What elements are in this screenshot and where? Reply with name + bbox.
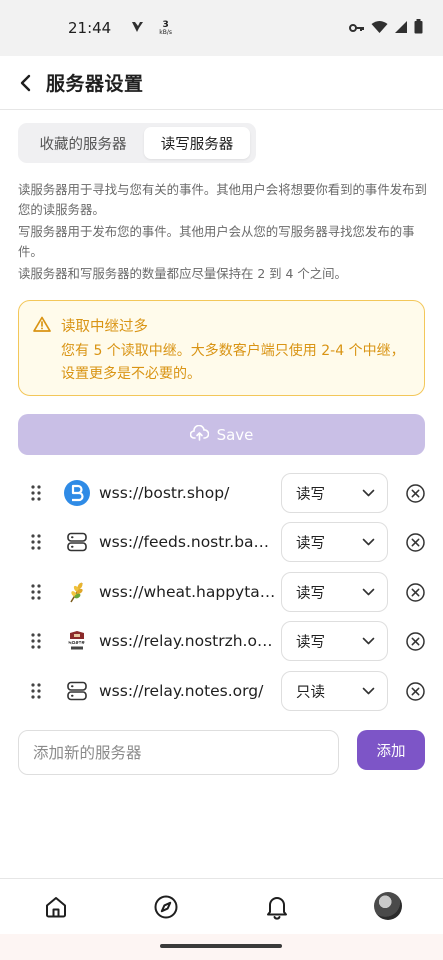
description-count: 读服务器和写服务器的数量都应尽量保持在 2 到 4 个之间。 [18,266,347,281]
tab-favorite-servers[interactable]: 收藏的服务器 [22,127,144,159]
server-row: wss://relay.notes.org/ 只读 [0,666,443,716]
status-time: 21:44 [68,19,112,37]
cell-signal-icon [394,19,408,38]
chevron-down-icon [362,489,375,497]
mode-select[interactable]: 只读 [281,671,388,711]
warning-card: 读取中继过多 您有 5 个读取中继。大多数客户端只使用 2-4 个中继，设置更多… [18,300,425,396]
drag-handle-icon[interactable] [30,681,42,701]
tab-read-write-servers[interactable]: 读写服务器 [144,127,250,159]
server-row: wss://wheat.happytavern.co/ 读写 [0,567,443,617]
description-write: 写服务器用于发布您的事件。其他用户会从您的写服务器寻找您发布的事件。 [18,224,415,259]
network-speed: 3 kB/s [159,20,172,36]
gesture-area [0,934,443,960]
server-row: wss://relay.nostrzh.org/ 读写 [0,616,443,666]
bostr-logo-icon [64,480,90,506]
network-speed-unit: kB/s [159,28,172,36]
page-title: 服务器设置 [46,73,144,95]
server-url: wss://relay.nostrzh.org/ [99,632,277,650]
server-url: wss://feeds.nostr.band/popular [99,533,277,551]
remove-server-icon[interactable] [405,631,426,652]
drag-handle-icon[interactable] [30,631,42,651]
wifi-icon [371,19,388,38]
chevron-down-icon [362,687,375,695]
save-button[interactable]: Save [18,414,425,455]
mode-select-value: 读写 [296,486,325,503]
server-url: wss://wheat.happytavern.co/ [99,583,277,601]
warning-body: 您有 5 个读取中继。大多数客户端只使用 2-4 个中继，设置更多是不必要的。 [61,343,405,382]
signal-v-icon [131,19,145,38]
server-url: wss://bostr.shop/ [99,484,230,502]
gesture-bar[interactable] [160,944,282,948]
chevron-down-icon [362,538,375,546]
warning-icon [33,316,51,336]
server-row: wss://bostr.shop/ 读写 [0,468,443,518]
chevron-down-icon [362,588,375,596]
nostr-logo-icon [64,628,90,654]
back-button[interactable] [14,71,38,95]
mode-select[interactable]: 读写 [281,572,388,612]
mode-select-value: 读写 [296,535,325,552]
server-icon [64,678,90,704]
server-row: wss://feeds.nostr.band/popular 读写 [0,517,443,567]
bell-icon[interactable] [263,893,291,921]
save-button-label: Save [216,425,254,444]
chevron-left-icon [20,74,31,91]
bottom-nav [0,878,443,934]
avatar[interactable] [374,892,402,920]
server-url: wss://relay.notes.org/ [99,682,264,700]
header: 服务器设置 [0,56,443,110]
mode-select-value: 读写 [296,585,325,602]
tab-bar: 收藏的服务器 读写服务器 [18,123,256,163]
cloud-upload-icon [189,424,209,445]
add-server-button[interactable]: 添加 [357,730,425,770]
wheat-icon [64,579,90,605]
server-icon [64,529,90,555]
remove-server-icon[interactable] [405,582,426,603]
battery-icon [414,18,423,38]
remove-server-icon[interactable] [405,532,426,553]
mode-select[interactable]: 读写 [281,473,388,513]
mode-select-value: 只读 [296,684,325,701]
compass-icon[interactable] [152,893,180,921]
remove-server-icon[interactable] [405,483,426,504]
drag-handle-icon[interactable] [30,582,42,602]
mode-select-value: 读写 [296,634,325,651]
home-icon[interactable] [42,893,70,921]
mode-select[interactable]: 读写 [281,621,388,661]
add-server-input[interactable] [18,730,339,775]
description: 读服务器用于寻找与您有关的事件。其他用户会将想要你看到的事件发布到您的读服务器。… [18,180,428,286]
key-icon [349,19,365,38]
warning-title: 读取中继过多 [61,319,148,335]
remove-server-icon[interactable] [405,681,426,702]
chevron-down-icon [362,637,375,645]
mode-select[interactable]: 读写 [281,522,388,562]
status-bar: 21:44 3 kB/s [0,0,443,56]
drag-handle-icon[interactable] [30,532,42,552]
drag-handle-icon[interactable] [30,483,42,503]
description-read: 读服务器用于寻找与您有关的事件。其他用户会将想要你看到的事件发布到您的读服务器。 [18,182,427,217]
